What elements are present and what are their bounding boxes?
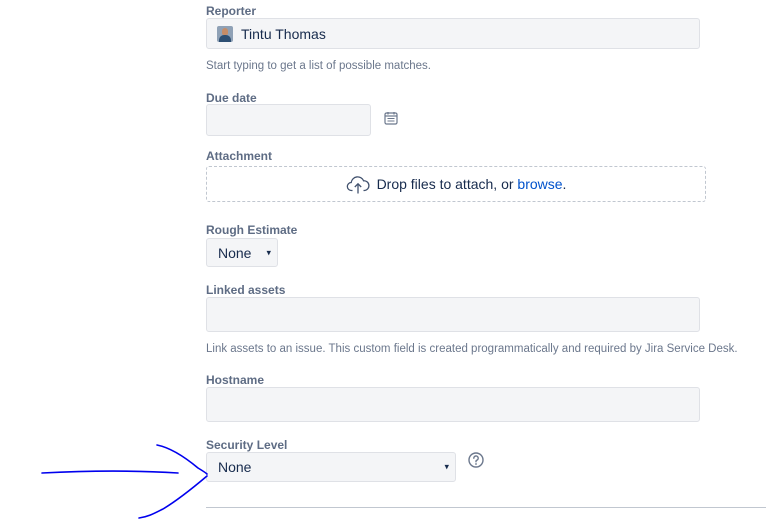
security-level-label: Security Level	[206, 438, 288, 452]
user-avatar	[217, 25, 233, 42]
chevron-down-icon: ▾	[444, 461, 449, 472]
attachment-browse-link[interactable]: browse	[517, 176, 562, 192]
attachment-label: Attachment	[206, 149, 273, 163]
linked-assets-help-text: Link assets to an issue. This custom fie…	[206, 343, 738, 355]
due-date-label: Due date	[206, 91, 257, 105]
reporter-label: Reporter	[206, 4, 257, 18]
attachment-drop-text: Drop files to attach, or	[376, 176, 518, 192]
reporter-help-text: Start typing to get a list of possible m…	[206, 60, 432, 72]
hostname-input[interactable]	[206, 387, 700, 422]
rough-estimate-label: Rough Estimate	[206, 223, 298, 237]
linked-assets-label: Linked assets	[206, 283, 286, 297]
reporter-field[interactable]: Tintu Thomas	[206, 18, 700, 49]
reporter-value: Tintu Thomas	[207, 19, 699, 48]
chevron-down-icon: ▾	[266, 247, 271, 257]
question-circle-icon[interactable]	[468, 452, 484, 468]
linked-assets-input[interactable]	[206, 297, 700, 332]
hostname-label: Hostname	[206, 373, 265, 387]
form-divider	[206, 507, 766, 508]
security-level-select[interactable]: None ▾	[206, 452, 456, 482]
security-level-value: None	[218, 459, 252, 475]
create-issue-form: Reporter Tintu Thomas Start typing to ge…	[0, 0, 766, 519]
rough-estimate-value: None	[218, 244, 252, 261]
cloud-upload-icon	[346, 176, 370, 194]
rough-estimate-select[interactable]: None ▾	[206, 238, 278, 267]
attachment-trailing: .	[562, 176, 567, 192]
reporter-name: Tintu Thomas	[241, 25, 326, 42]
attachment-dropzone[interactable]: Drop files to attach, or browse.	[206, 166, 706, 202]
calendar-icon[interactable]	[384, 111, 398, 125]
hand-drawn-arrow-annotation	[41, 444, 208, 519]
due-date-input[interactable]	[206, 104, 371, 136]
